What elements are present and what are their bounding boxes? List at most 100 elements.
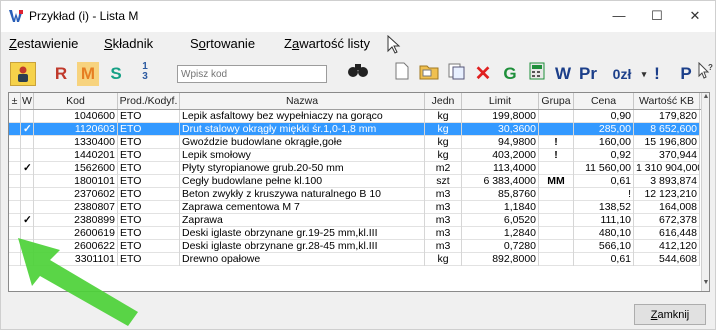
table-row[interactable]: 3301101 ETO Drewno opałowe kg 892,8000 0,61 54… <box>9 253 700 266</box>
table-row[interactable]: 1330400 ETO Gwoździe budowlane okrągłe,goł… <box>9 136 700 149</box>
cell-kod: 2380807 <box>34 201 118 214</box>
cell-kod: 1440201 <box>34 149 118 162</box>
cell-marker <box>9 214 21 227</box>
vertical-scrollbar[interactable]: ▲ ▼ <box>701 93 709 291</box>
cell-prod: ETO <box>118 149 180 162</box>
cell-kod: 2600622 <box>34 240 118 253</box>
cell-grupa <box>539 123 574 136</box>
cell-grupa: MM <box>539 175 574 188</box>
table-row[interactable]: ✓ 2380899 ETO Zaprawa m3 6,0520 111,10 672,378 <box>9 214 700 227</box>
table-row[interactable]: 2600619 ETO Deski iglaste obrzynane gr.19-… <box>9 227 700 240</box>
cell-prod: ETO <box>118 136 180 149</box>
cell-limit: 85,8760 <box>462 188 539 201</box>
col-header-w[interactable]: W <box>21 93 34 109</box>
menu-skladnik[interactable]: Składnik <box>104 36 153 51</box>
cell-jedn: m2 <box>425 162 462 175</box>
toolbar-pr-button[interactable]: Pr <box>575 62 601 86</box>
table-row[interactable]: 2600622 ETO Deski iglaste obrzynane gr.28-… <box>9 240 700 253</box>
col-header-prod[interactable]: Prod./Kodyf. <box>118 93 180 109</box>
toolbar-excl-button[interactable]: ! <box>652 62 662 86</box>
cell-limit: 199,8000 <box>462 110 539 123</box>
col-header-plusminus[interactable]: ± <box>9 93 21 109</box>
toolbar-zl-button[interactable]: 0zł <box>607 62 637 86</box>
binoculars-icon[interactable] <box>345 62 371 86</box>
cell-grupa <box>539 110 574 123</box>
title-bar: Przykład (i) - Lista M — ☐ ✕ <box>1 1 715 32</box>
cell-jedn: kg <box>425 253 462 266</box>
cell-kod: 1120603 <box>34 123 118 136</box>
new-document-icon[interactable] <box>393 62 411 86</box>
menu-zestawienie[interactable]: Zestawienie <box>9 36 78 51</box>
col-header-grupa[interactable]: Grupa <box>539 93 574 109</box>
cell-jedn: kg <box>425 149 462 162</box>
window-title: Przykład (i) - Lista M <box>29 9 139 23</box>
table-row[interactable]: 1800101 ETO Cegły budowlane pełne kl.100 sz… <box>9 175 700 188</box>
help-cursor-icon[interactable]: ? <box>698 61 714 86</box>
svg-text:?: ? <box>708 63 713 72</box>
cell-grupa <box>539 162 574 175</box>
cell-w <box>21 110 34 123</box>
close-button[interactable]: Zamknij <box>634 304 706 325</box>
cell-prod: ETO <box>118 240 180 253</box>
toolbar-p-button[interactable]: P <box>677 62 695 86</box>
cell-marker <box>9 123 21 136</box>
toolbar-m-button[interactable]: M <box>77 62 99 86</box>
cell-w <box>21 175 34 188</box>
col-header-kod[interactable]: Kod <box>34 93 118 109</box>
col-header-jedn[interactable]: Jedn <box>425 93 462 109</box>
cell-grupa: ! <box>539 136 574 149</box>
cell-nazwa: Gwoździe budowlane okrągłe,gołe <box>180 136 425 149</box>
maximize-button[interactable]: ☐ <box>642 5 672 27</box>
col-header-cena[interactable]: Cena <box>574 93 634 109</box>
cell-prod: ETO <box>118 123 180 136</box>
delete-icon[interactable]: ✕ <box>473 62 493 86</box>
cell-w <box>21 253 34 266</box>
sort-numeric-icon[interactable]: 13 <box>137 62 153 86</box>
folder-edit-icon[interactable] <box>419 62 439 86</box>
copy-document-icon[interactable] <box>447 62 467 86</box>
person-toggle-icon[interactable] <box>10 62 36 86</box>
menu-sortowanie[interactable]: Sortowanie <box>190 36 255 51</box>
cell-cena: ! <box>574 188 634 201</box>
mouse-cursor-icon <box>387 35 401 54</box>
table-row[interactable]: ✓ 1562600 ETO Płyty styropianowe grub.20-50… <box>9 162 700 175</box>
cell-wartosc: 370,944 <box>634 149 700 162</box>
close-window-button[interactable]: ✕ <box>680 5 710 27</box>
table-row[interactable]: 1040600 ETO Lepik asfaltowy bez wypełniacz… <box>9 110 700 123</box>
materials-table: ± W Kod Prod./Kodyf. Nazwa Jedn Limit Gr… <box>8 92 710 292</box>
cell-cena: 160,00 <box>574 136 634 149</box>
col-header-nazwa[interactable]: Nazwa <box>180 93 425 109</box>
menu-zawartosc-listy[interactable]: Zawartość listy <box>284 36 370 51</box>
cell-grupa <box>539 214 574 227</box>
cell-cena: 566,10 <box>574 240 634 253</box>
toolbar-w-button[interactable]: W <box>553 62 573 86</box>
col-header-wartosc[interactable]: Wartość KB <box>634 93 700 109</box>
cell-grupa <box>539 188 574 201</box>
cell-cena: 0,90 <box>574 110 634 123</box>
cell-marker <box>9 240 21 253</box>
cell-marker <box>9 162 21 175</box>
calculator-icon[interactable] <box>527 62 547 86</box>
table-row[interactable]: 2370602 ETO Beton zwykły z kruszywa natura… <box>9 188 700 201</box>
cell-prod: ETO <box>118 188 180 201</box>
table-row[interactable]: ✓ 1120603 ETO Drut stalowy okrągły miękki ś… <box>9 123 700 136</box>
chevron-down-icon[interactable]: ▾ <box>639 62 649 86</box>
toolbar-r-button[interactable]: R <box>51 62 71 86</box>
col-header-limit[interactable]: Limit <box>462 93 539 109</box>
cell-jedn: m3 <box>425 188 462 201</box>
cell-w <box>21 201 34 214</box>
cell-jedn: m3 <box>425 227 462 240</box>
cell-wartosc: 544,608 <box>634 253 700 266</box>
cell-wartosc: 15 196,800 <box>634 136 700 149</box>
cell-jedn: kg <box>425 136 462 149</box>
table-row[interactable]: 1440201 ETO Lepik smołowy kg 403,2000! 0,92 37… <box>9 149 700 162</box>
cell-w <box>21 227 34 240</box>
search-input[interactable] <box>177 65 327 83</box>
minimize-button[interactable]: — <box>604 5 634 27</box>
cell-w: ✓ <box>21 214 34 227</box>
toolbar-g-button[interactable]: G <box>499 62 521 86</box>
toolbar-s-button[interactable]: S <box>107 62 125 86</box>
cell-marker <box>9 227 21 240</box>
table-row[interactable]: 2380807 ETO Zaprawa cementowa M 7 m3 1,1840 1… <box>9 201 700 214</box>
cell-marker <box>9 253 21 266</box>
